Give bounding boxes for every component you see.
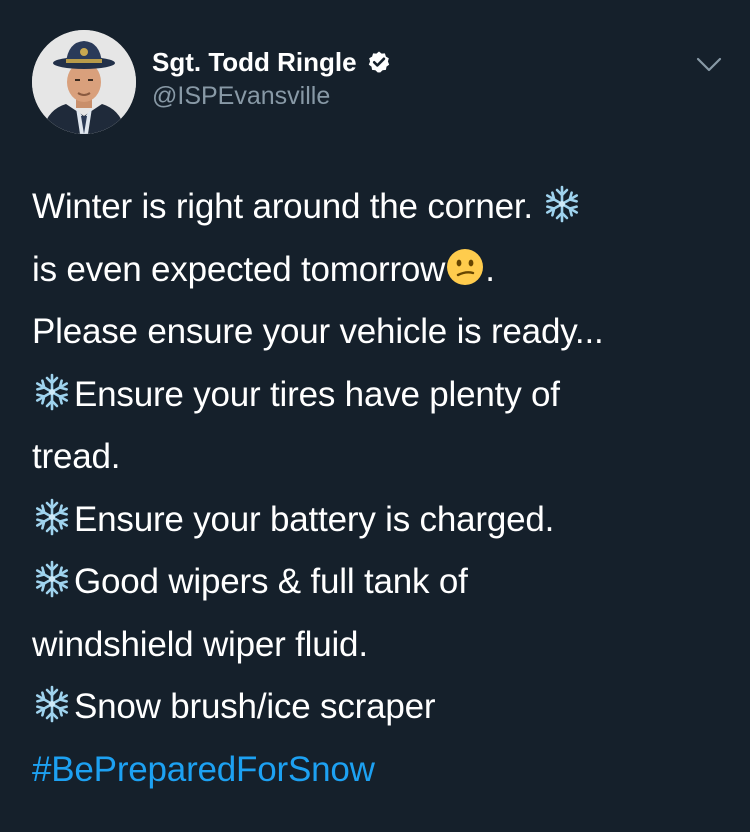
- tweet-text-segment: Winter is right around the corner.: [32, 187, 533, 226]
- snowflake-icon: [543, 185, 582, 223]
- snowflake-icon: [33, 373, 71, 410]
- tweet-text-segment: Ensure your battery is charged.: [74, 499, 555, 539]
- tweet-text-segment: Snow brush/ice scraper: [74, 687, 436, 726]
- tweet-line: Good wipers & full tank of: [32, 551, 732, 614]
- tweet-text-segment: Good wipers & full tank of: [74, 562, 468, 601]
- snowflake-icon: [33, 560, 71, 598]
- tweet-line: tread.: [32, 426, 732, 489]
- tweet-line: Winter is right around the corner.: [32, 176, 732, 239]
- tweet-line: #BePreparedForSnow: [32, 739, 732, 802]
- avatar[interactable]: [32, 30, 136, 134]
- verified-badge-icon: [367, 50, 391, 74]
- author-name[interactable]: Sgt. Todd Ringle: [152, 47, 357, 78]
- tweet-line: Snow brush/ice scraper: [32, 676, 732, 739]
- tweet-text-segment: windshield wiper fluid.: [32, 624, 368, 664]
- tweet-text-segment: tread.: [32, 437, 121, 476]
- tweet-line: windshield wiper fluid.: [32, 614, 732, 677]
- tweet-text-segment: Please ensure your vehicle is ready...: [32, 312, 604, 351]
- tweet-line: Ensure your tires have plenty of: [32, 364, 732, 427]
- snowflake-icon: [33, 498, 71, 535]
- tweet-card: Sgt. Todd Ringle @ISPEvansville Winter i…: [0, 0, 750, 832]
- tweet-text-segment: Ensure your tires have plenty of: [74, 374, 560, 414]
- author-name-row: Sgt. Todd Ringle: [152, 42, 391, 82]
- tweet-text-segment: is even expected tomorrow: [32, 249, 446, 289]
- tweet-text-segment: .: [485, 249, 495, 289]
- snowflake-icon: [33, 685, 71, 723]
- tweet-line: is even expected tomorrow .: [32, 239, 732, 302]
- tweet-line: Ensure your battery is charged.: [32, 489, 732, 552]
- hashtag-link[interactable]: #BePreparedForSnow: [32, 750, 375, 789]
- tweet-line: Please ensure your vehicle is ready...: [32, 301, 732, 364]
- officer-portrait-image: [32, 30, 136, 134]
- chevron-down-icon[interactable]: [694, 52, 724, 76]
- tweet-text: Winter is right around the corner. is ev…: [32, 176, 732, 801]
- confused-face-icon: [447, 248, 484, 285]
- author-handle[interactable]: @ISPEvansville: [152, 82, 330, 111]
